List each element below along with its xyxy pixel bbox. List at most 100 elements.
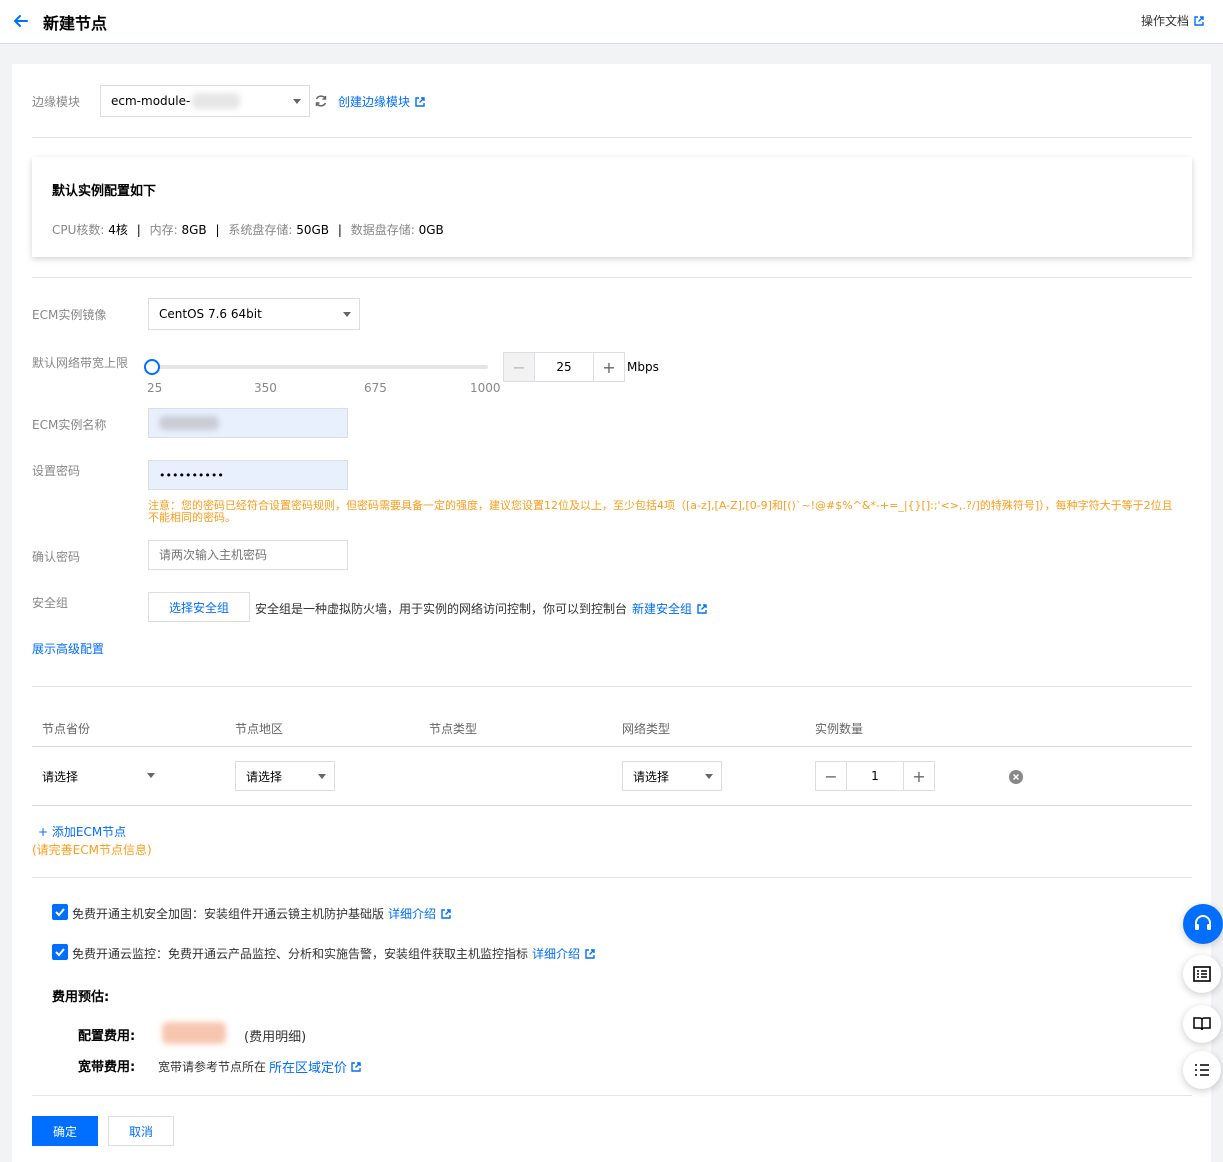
divider — [32, 137, 1192, 138]
config-specs: CPU核数: 4核 | 内存: 8GB | 系统盘存储: 50GB | 数据盘存… — [52, 221, 444, 238]
cloud-monitor-checkbox[interactable] — [52, 944, 68, 960]
image-label: ECM实例镜像 — [32, 308, 107, 322]
bandwidth-slider-track[interactable] — [152, 365, 488, 369]
tick-label: 350 — [254, 381, 277, 395]
instance-count-stepper: − 1 + — [815, 761, 935, 791]
divider — [32, 686, 1192, 687]
password-warning: 注意：您的密码已经符合设置密码规则，但密码需要具备一定的强度，建议您设置12位及… — [148, 499, 1173, 524]
cloud-monitor-option: 免费开通云监控：免费开通云产品监控、分析和实施告警，安装组件获取主机监控指标 详… — [72, 945, 596, 962]
security-group-label: 安全组 — [32, 596, 69, 610]
refresh-icon[interactable] — [314, 94, 328, 111]
doc-link[interactable]: 操作文档 — [1141, 12, 1205, 29]
security-hardening-checkbox[interactable] — [52, 904, 68, 920]
chevron-down-icon — [293, 99, 301, 104]
region-pricing-link[interactable]: 所在区域定价 — [269, 1057, 347, 1076]
add-node-hint: (请完善ECM节点信息) — [32, 843, 152, 857]
bandwidth-cost-label: 宽带费用: — [78, 1060, 136, 1075]
bandwidth-unit: Mbps — [627, 360, 659, 374]
page-title: 新建节点 — [43, 14, 108, 33]
module-label: 边缘模块 — [32, 95, 81, 109]
config-cost-redacted — [162, 1022, 226, 1044]
config-cost-label: 配置费用: — [78, 1029, 136, 1044]
th-instance-count: 实例数量 — [815, 722, 864, 736]
create-module-link[interactable]: 创建边缘模块 — [338, 93, 426, 110]
count-plus-button[interactable]: + — [904, 762, 934, 790]
th-node-type: 节点类型 — [429, 722, 478, 736]
create-module-label: 创建边缘模块 — [338, 95, 411, 109]
image-select[interactable]: CentOS 7.6 64bit — [148, 298, 360, 330]
outline-button[interactable] — [1183, 1051, 1221, 1089]
remove-row-icon[interactable] — [1009, 770, 1023, 787]
bandwidth-cost-text: 宽带请参考节点所在 所在区域定价 — [158, 1057, 362, 1076]
image-value: CentOS 7.6 64bit — [159, 307, 262, 321]
table-row-divider — [32, 805, 1192, 806]
network-select[interactable]: 请选择 — [622, 761, 722, 791]
mem-label: 内存: — [149, 223, 182, 237]
count-minus-button[interactable]: − — [816, 762, 846, 790]
list-button[interactable] — [1183, 955, 1221, 993]
cpu-value: 4核 — [108, 223, 128, 237]
bandwidth-label: 默认网络带宽上限 — [32, 356, 129, 370]
province-select[interactable]: 请选择 — [42, 768, 162, 784]
instance-name-input[interactable] — [148, 408, 348, 438]
instance-name-redacted — [159, 416, 219, 430]
cancel-button[interactable]: 取消 — [108, 1116, 174, 1146]
security-hardening-detail-link[interactable]: 详细介绍 — [388, 905, 436, 922]
sys-disk-value: 50GB — [296, 223, 330, 237]
chevron-down-icon — [705, 774, 713, 779]
th-network-type: 网络类型 — [622, 722, 671, 736]
back-arrow-icon[interactable] — [10, 10, 32, 32]
instance-name-label: ECM实例名称 — [32, 418, 107, 432]
add-ecm-node-link[interactable]: + 添加ECM节点 — [38, 823, 126, 840]
cost-title: 费用预估: — [52, 990, 110, 1005]
mem-value: 8GB — [181, 223, 207, 237]
password-input[interactable]: •••••••••• — [148, 460, 348, 490]
doc-link-label: 操作文档 — [1140, 14, 1189, 28]
bandwidth-plus-button[interactable]: + — [594, 353, 624, 381]
list-icon — [1193, 966, 1211, 982]
region-select[interactable]: 请选择 — [235, 761, 335, 791]
check-icon — [55, 948, 65, 957]
external-link-icon — [585, 948, 595, 959]
bandwidth-stepper: − 25 + — [503, 352, 625, 382]
province-value: 请选择 — [42, 770, 79, 784]
security-group-desc: 安全组是一种虚拟防火墙，用于实例的网络访问控制，你可以到控制台 — [255, 602, 628, 616]
divider — [32, 1095, 1192, 1096]
table-header-divider — [32, 746, 1192, 747]
external-link-icon — [1194, 15, 1204, 26]
customer-service-button[interactable] — [1183, 904, 1223, 944]
module-select[interactable]: ecm-module- — [100, 85, 310, 117]
network-value: 请选择 — [633, 769, 670, 784]
tick-label: 1000 — [470, 381, 501, 395]
count-value[interactable]: 1 — [846, 762, 904, 790]
cost-detail-link[interactable]: (费用明细) — [244, 1026, 306, 1045]
bandwidth-minus-button[interactable]: − — [504, 353, 534, 381]
confirm-button[interactable]: 确定 — [32, 1116, 98, 1146]
password-value: •••••••••• — [159, 468, 224, 482]
cloud-monitor-detail-link[interactable]: 详细介绍 — [532, 945, 580, 962]
security-hardening-text: 免费开通主机安全加固：安装组件开通云镜主机防护基础版 — [72, 907, 385, 921]
create-security-group-link[interactable]: 新建安全组 — [632, 600, 708, 617]
separator: | — [337, 223, 342, 237]
bandwidth-slider-handle[interactable] — [144, 359, 160, 375]
select-security-group-button[interactable]: 选择安全组 — [148, 592, 250, 622]
bandwidth-value[interactable]: 25 — [534, 353, 594, 381]
external-link-icon — [351, 1061, 361, 1072]
chevron-down-icon — [147, 773, 155, 778]
confirm-password-label: 确认密码 — [32, 550, 81, 564]
security-hardening-option: 免费开通主机安全加固：安装组件开通云镜主机防护基础版 详细介绍 — [72, 905, 452, 922]
region-value: 请选择 — [246, 769, 283, 784]
default-config-box: 默认实例配置如下 CPU核数: 4核 | 内存: 8GB | 系统盘存储: 50… — [32, 157, 1192, 257]
chevron-down-icon — [343, 312, 351, 317]
bandwidth-ticks: 25 350 675 1000 — [147, 381, 501, 395]
divider — [32, 877, 1192, 878]
separator: | — [136, 223, 141, 237]
main-card: 边缘模块 ecm-module- 创建边缘模块 默认实例配置如下 CPU核数: … — [12, 64, 1211, 1162]
show-advanced-link[interactable]: 展示高级配置 — [32, 640, 104, 657]
sys-disk-label: 系统盘存储: — [228, 223, 297, 237]
docs-button[interactable] — [1183, 1005, 1221, 1043]
tick-label: 25 — [147, 381, 163, 395]
module-id-redacted — [192, 93, 241, 109]
tick-label: 675 — [364, 381, 387, 395]
confirm-password-input[interactable] — [148, 540, 348, 570]
